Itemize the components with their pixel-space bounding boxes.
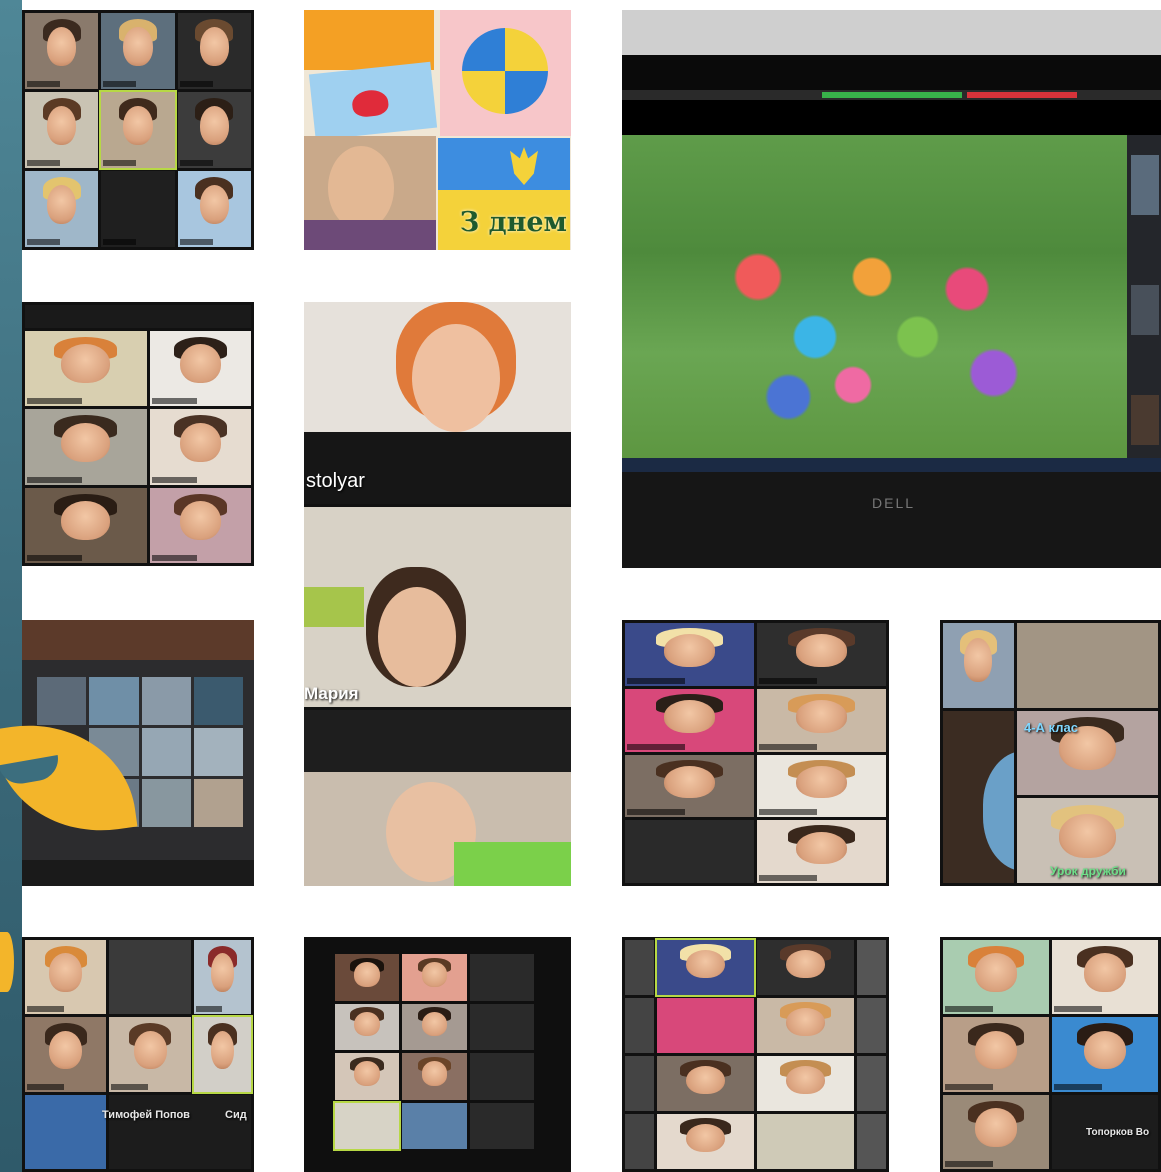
participant-name-label: Тимофей Попов xyxy=(102,1109,190,1121)
flag-blue xyxy=(438,138,570,193)
video-tile xyxy=(25,171,99,247)
video-tile xyxy=(149,330,251,407)
participant-name-label: Топорков Во xyxy=(1086,1127,1150,1138)
video-tile xyxy=(101,171,175,247)
video-tile xyxy=(25,409,147,485)
video-tile xyxy=(149,409,251,485)
teacher-video xyxy=(304,302,571,437)
drawing-hands-heart xyxy=(308,61,438,141)
video-tile xyxy=(25,92,99,168)
zoom-screenshot-6: Тимофей Попов Сид xyxy=(22,937,254,1172)
video-tile xyxy=(25,330,147,407)
video-tile xyxy=(177,92,251,168)
zoom-screenshot-7 xyxy=(304,937,571,1172)
video-tile xyxy=(25,487,147,563)
yellow-leaf-small-decoration xyxy=(0,932,14,992)
greeting-text: З днем xyxy=(459,207,567,238)
video-tile xyxy=(99,90,177,170)
video-tile xyxy=(177,171,251,247)
video-tile xyxy=(177,13,251,89)
zoom-screenshot-8 xyxy=(622,937,889,1172)
video-tile xyxy=(101,13,175,89)
child-orange-shirt xyxy=(304,10,434,70)
lesson-label: Урок дружби xyxy=(1050,864,1126,878)
video-tile xyxy=(25,13,99,89)
zoom-screenshot-2 xyxy=(22,302,254,566)
photo-collage: З днем DELL stolyar Мария 4-А клас Урок … xyxy=(22,0,1161,1172)
zoom-screenshot-4 xyxy=(622,620,889,886)
laptop-bezel xyxy=(622,472,1161,568)
zoom-screenshot-5: 4-А клас Урок дружби xyxy=(940,620,1161,886)
children-waving-photo xyxy=(622,135,1132,470)
laptop-brand-logo: DELL xyxy=(872,495,916,511)
laptop-photo: DELL xyxy=(622,10,1161,568)
participant-name-label: Мария xyxy=(304,684,359,703)
video-call-teacher-photo: stolyar Мария xyxy=(304,302,571,886)
class-label: 4-А клас xyxy=(1024,720,1078,735)
zoom-screenshot-9: Топорков Во xyxy=(940,937,1161,1172)
participant-name-label: stolyar xyxy=(306,470,365,492)
girl-video xyxy=(304,507,571,707)
boy-video xyxy=(304,772,571,886)
participant-name-label: Сид xyxy=(225,1109,247,1121)
zoom-screenshot-1 xyxy=(22,10,254,250)
windows-taskbar xyxy=(622,458,1161,472)
slide-left-edge xyxy=(0,0,22,1172)
ukraine-drawings-photo: З днем xyxy=(304,10,571,250)
boy-photo xyxy=(304,136,436,250)
video-tile xyxy=(149,487,251,563)
yellow-blue-flower-craft xyxy=(440,10,571,136)
